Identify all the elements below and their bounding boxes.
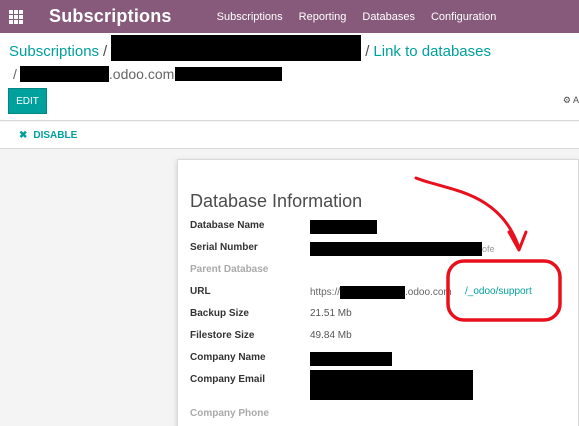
url-value[interactable]: https:// .odoo.com xyxy=(310,286,452,299)
url-domain: .odoo.com xyxy=(405,287,452,298)
main-menu: Subscriptions Reporting Databases Config… xyxy=(217,11,513,23)
field-backup-size: Backup Size 21.51 Mb xyxy=(190,308,570,324)
field-value: 21.51 Mb xyxy=(310,308,352,319)
edit-button[interactable]: EDIT xyxy=(8,88,47,114)
menu-item-reporting[interactable]: Reporting xyxy=(299,11,347,23)
field-filestore-size: Filestore Size 49.84 Mb xyxy=(190,330,570,346)
breadcrumb-subscriptions[interactable]: Subscriptions xyxy=(9,43,99,60)
redacted-subscription-name[interactable] xyxy=(111,35,362,62)
menu-item-subscriptions[interactable]: Subscriptions xyxy=(217,11,283,23)
disable-label: DISABLE xyxy=(33,130,78,141)
redacted-value xyxy=(310,220,377,234)
field-value: 49.84 Mb xyxy=(310,330,352,341)
database-domain-text: .odoo.com xyxy=(108,66,175,82)
menu-item-databases[interactable]: Databases xyxy=(362,11,415,23)
section-title: Database Information xyxy=(190,191,363,211)
field-value xyxy=(310,370,473,400)
breadcrumb-line-2: / .odoo.com xyxy=(13,66,283,82)
serial-suffix: ofe xyxy=(482,244,495,254)
action-menu-toggle[interactable]: ⚙ A xyxy=(563,95,579,106)
field-parent-database: Parent Database xyxy=(190,264,570,280)
field-label: Company Phone xyxy=(190,408,269,419)
field-label: Company Email xyxy=(190,374,266,385)
control-panel: Subscriptions / / Link to databases / .odoo… xyxy=(0,33,579,121)
field-url: URL https:// .odoo.com /_odoo/support xyxy=(190,286,570,302)
breadcrumb-separator: / xyxy=(13,66,17,82)
redacted-value xyxy=(310,352,392,366)
url-prefix: https:// xyxy=(310,287,341,298)
redacted-value xyxy=(310,370,473,400)
field-label: Database Name xyxy=(190,220,265,231)
breadcrumb: Subscriptions / / Link to databases xyxy=(9,35,491,62)
field-value: ofe xyxy=(310,242,495,256)
field-label: Company Name xyxy=(190,352,266,363)
redacted-value xyxy=(310,242,482,256)
breadcrumb-separator: / xyxy=(103,43,108,60)
field-label: Backup Size xyxy=(190,308,249,319)
field-serial-number: Serial Number ofe xyxy=(190,242,570,258)
menu-item-configuration[interactable]: Configuration xyxy=(431,11,496,23)
redacted-database-subdomain xyxy=(19,66,109,82)
redacted-database-suffix xyxy=(175,67,283,81)
top-navbar: Subscriptions Subscriptions Reporting Da… xyxy=(0,0,579,33)
gear-icon: ⚙ xyxy=(562,95,571,105)
field-database-name: Database Name xyxy=(190,220,570,236)
field-value xyxy=(310,220,377,234)
field-label: Serial Number xyxy=(190,242,258,253)
breadcrumb-link-to-databases[interactable]: Link to databases xyxy=(373,43,491,60)
app-brand[interactable]: Subscriptions xyxy=(49,6,172,27)
action-label: A xyxy=(572,95,579,105)
apps-grid-icon[interactable] xyxy=(9,9,23,24)
status-bar: ✖ DISABLE xyxy=(0,122,579,149)
field-company-phone: Company Phone xyxy=(190,408,570,424)
breadcrumb-separator: / xyxy=(365,43,370,60)
field-label: URL xyxy=(190,286,211,297)
field-label: Filestore Size xyxy=(190,330,255,341)
field-value xyxy=(310,352,392,366)
close-icon: ✖ xyxy=(19,130,28,141)
form-sheet: Database Information Database Name Seria… xyxy=(177,159,579,426)
disable-button[interactable]: ✖ DISABLE xyxy=(19,130,77,141)
field-label: Parent Database xyxy=(190,264,269,275)
field-company-name: Company Name xyxy=(190,352,570,368)
field-company-email: Company Email xyxy=(190,370,570,400)
redacted-subdomain xyxy=(340,286,406,299)
support-link[interactable]: /_odoo/support xyxy=(465,286,532,297)
